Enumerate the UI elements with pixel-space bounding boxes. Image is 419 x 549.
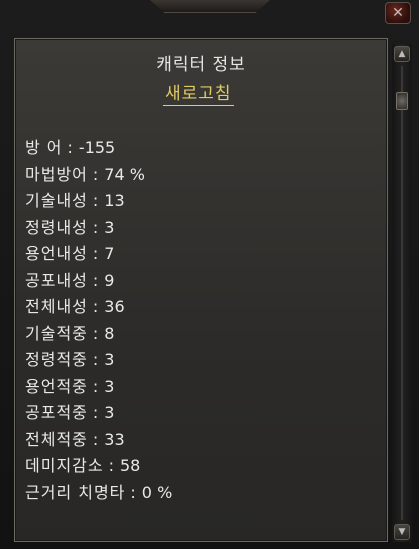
- stat-row-melee-critical: 근거리 치명타:0 %: [25, 480, 172, 507]
- stat-value: 8: [104, 323, 115, 343]
- stat-separator: :: [92, 217, 100, 237]
- stat-value: 13: [104, 191, 125, 210]
- stat-row-spirit-resist: 정령내성:3: [25, 215, 172, 242]
- stat-label: 기술적중: [25, 323, 88, 343]
- stat-value: 74 %: [104, 164, 145, 184]
- stats-list: 방 어: -155 마법방어:74 % 기술내성:13 정령내성:3 용언내성:7…: [25, 135, 172, 506]
- stat-label: 기술내성: [25, 191, 88, 210]
- stat-row-damage-reduction: 데미지감소:58: [25, 453, 172, 480]
- stat-row-fear-hit: 공포적중:3: [25, 400, 172, 427]
- stat-separator: :: [67, 138, 74, 157]
- stat-value: 3: [104, 217, 115, 237]
- stat-row-fear-resist: 공포내성:9: [25, 268, 172, 295]
- character-info-window: ✕ 캐릭터 정보 새로고침 방 어: -155 마법방어:74 % 기술내성:13…: [0, 0, 419, 549]
- stat-separator: :: [92, 164, 100, 184]
- stat-row-skill-resist: 기술내성:13: [25, 188, 172, 215]
- stat-label: 공포적중: [25, 403, 88, 422]
- stat-row-defense: 방 어: -155: [25, 135, 172, 162]
- close-button[interactable]: ✕: [385, 2, 411, 24]
- stat-value: 3: [104, 350, 115, 369]
- stat-separator: :: [92, 244, 100, 263]
- close-icon: ✕: [392, 5, 404, 21]
- stat-value: 0 %: [141, 482, 173, 502]
- stat-separator: :: [92, 429, 100, 449]
- scroll-track[interactable]: [401, 66, 403, 520]
- stat-separator: :: [92, 323, 100, 343]
- stat-value: 36: [104, 297, 125, 316]
- stat-label: 마법방어: [25, 164, 88, 184]
- stat-separator: :: [130, 482, 137, 502]
- stat-label: 데미지감소: [25, 456, 104, 475]
- stat-row-dragon-hit: 용언적중:3: [25, 374, 172, 401]
- stat-value: -155: [78, 138, 116, 157]
- stat-separator: :: [92, 270, 100, 290]
- stat-label: 전체적중: [25, 429, 88, 449]
- stat-row-dragon-resist: 용언내성:7: [25, 241, 172, 268]
- stat-label: 전체내성: [25, 297, 88, 316]
- stat-label: 공포내성: [25, 270, 88, 290]
- stat-separator: :: [92, 297, 100, 316]
- scroll-thumb[interactable]: [396, 92, 408, 110]
- stat-label: 정령내성: [25, 217, 88, 237]
- stat-separator: :: [92, 350, 100, 369]
- panel-title: 캐릭터 정보: [156, 55, 246, 75]
- stat-label: 용언적중: [25, 376, 88, 396]
- stat-label: 방 어: [25, 138, 63, 157]
- window-top-ornament: [150, 0, 270, 13]
- stat-separator: :: [92, 376, 100, 396]
- stat-row-spirit-hit: 정령적중:3: [25, 347, 172, 374]
- stat-row-skill-hit: 기술적중:8: [25, 321, 172, 348]
- stat-value: 7: [104, 244, 115, 263]
- stat-value: 58: [120, 456, 141, 475]
- refresh-button[interactable]: 새로고침: [163, 79, 234, 106]
- scroll-down-button[interactable]: ▼: [394, 524, 410, 540]
- arrow-up-icon: ▲: [398, 49, 406, 59]
- stat-separator: :: [108, 456, 115, 475]
- stat-value: 3: [104, 376, 115, 396]
- stat-row-total-resist: 전체내성:36: [25, 294, 172, 321]
- stat-separator: :: [92, 403, 100, 422]
- scroll-up-button[interactable]: ▲: [394, 46, 410, 62]
- stat-row-total-hit: 전체적중:33: [25, 427, 172, 454]
- arrow-down-icon: ▼: [398, 527, 406, 537]
- vertical-scrollbar[interactable]: ▲ ▼: [392, 44, 412, 542]
- character-info-panel: 캐릭터 정보 새로고침 방 어: -155 마법방어:74 % 기술내성:13 정…: [14, 38, 388, 542]
- stat-value: 33: [104, 429, 125, 449]
- stat-value: 9: [104, 270, 115, 290]
- stat-label: 근거리 치명타: [25, 482, 126, 502]
- stat-row-magic-defense: 마법방어:74 %: [25, 162, 172, 189]
- stat-label: 용언내성: [25, 244, 88, 263]
- stat-label: 정령적중: [25, 350, 88, 369]
- stat-value: 3: [104, 403, 115, 422]
- stat-separator: :: [92, 191, 100, 210]
